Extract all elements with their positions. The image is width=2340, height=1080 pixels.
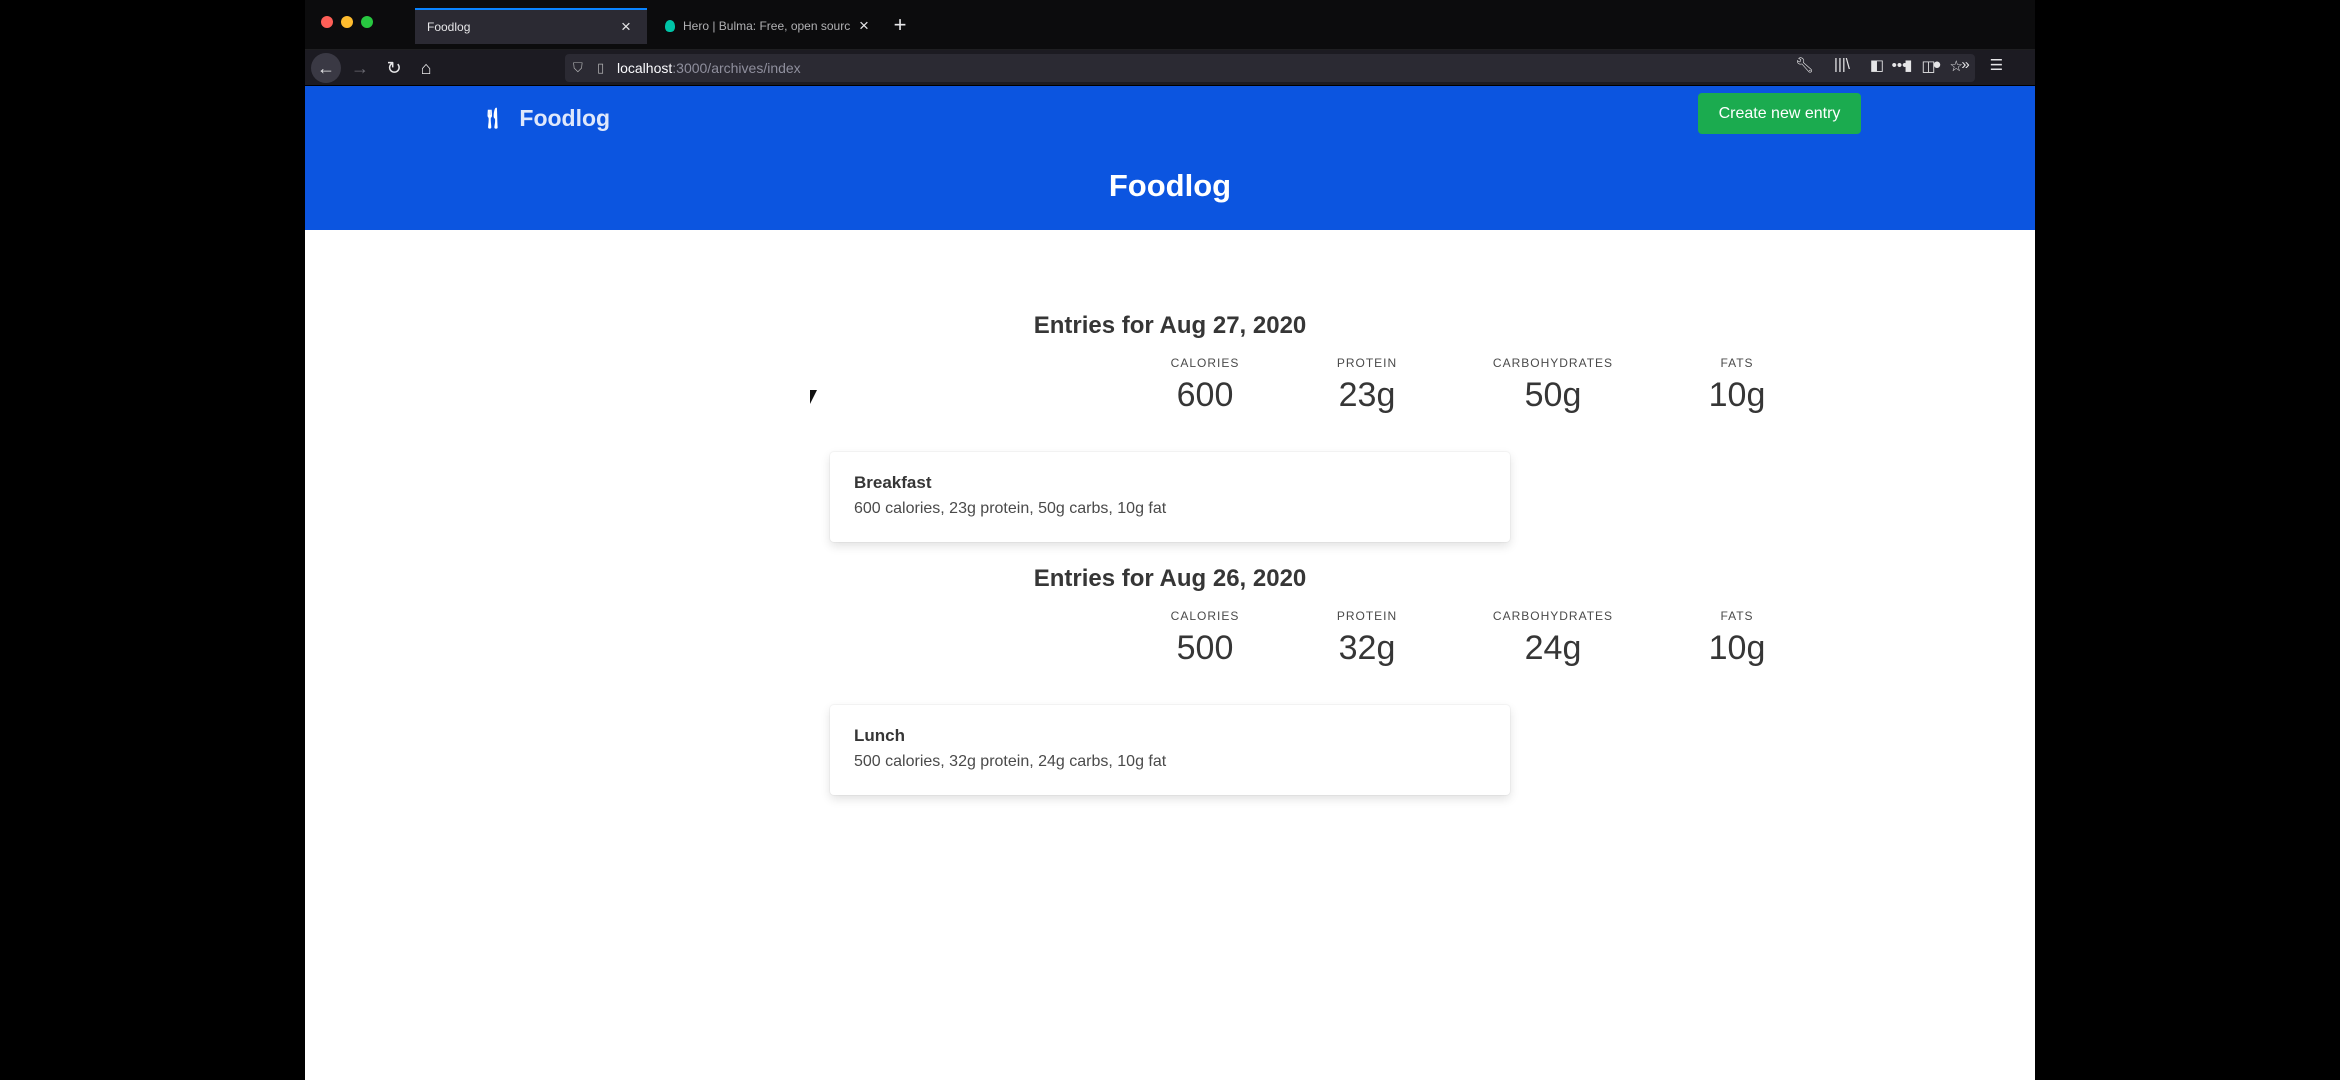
stat-value: 50g	[1524, 376, 1582, 414]
stat-value: 23g	[1338, 376, 1396, 414]
tab-label: Hero | Bulma: Free, open sourc	[683, 19, 851, 33]
stat-label: PROTEIN	[1336, 356, 1398, 370]
zoom-window-button[interactable]	[361, 16, 373, 28]
forward-arrow-icon[interactable]: →	[345, 53, 375, 83]
close-window-button[interactable]	[321, 16, 333, 28]
entry-description: 500 calories, 32g protein, 24g carbs, 10…	[854, 753, 1167, 770]
minimize-window-button[interactable]	[341, 16, 353, 28]
stat-value: 600	[1176, 376, 1234, 414]
day-title: Entries for Aug 27, 2020	[1033, 312, 1307, 339]
navigation-toolbar: ← → ↻ ⌂ ⛉ ▯ localhost:3000/archives/inde…	[305, 50, 2035, 86]
reload-icon[interactable]: ↻	[379, 53, 409, 83]
url-host: localhost	[617, 60, 673, 76]
account-icon[interactable]: ●	[1932, 56, 1941, 74]
tab-bulma-hero[interactable]: Hero | Bulma: Free, open sourc ×	[653, 8, 885, 44]
stat-carbohydrates: CARBOHYDRATES 24g	[1473, 609, 1633, 668]
wrench-icon[interactable]: 🔧︎	[1795, 56, 1814, 74]
stat-label: CALORIES	[1170, 356, 1240, 370]
home-icon[interactable]: ⌂	[411, 53, 441, 83]
page-content: 🍴︎ Foodlog Create new entry Foodlog Entr…	[305, 86, 2035, 1080]
entry-card[interactable]: Lunch 500 calories, 32g protein, 24g car…	[830, 705, 1510, 795]
stat-calories: CALORIES 600	[1125, 356, 1285, 415]
entry-card[interactable]: Breakfast 600 calories, 23g protein, 50g…	[830, 452, 1510, 542]
overflow-chevron-icon[interactable]: »	[1961, 56, 1969, 74]
stat-value: 24g	[1524, 629, 1582, 667]
url-text[interactable]: localhost:3000/archives/index	[617, 60, 801, 76]
close-tab-icon[interactable]: ×	[855, 16, 873, 36]
stat-fats: FATS 10g	[1657, 609, 1817, 668]
utensils-icon: 🍴︎	[480, 107, 506, 130]
entry-title: Breakfast	[854, 473, 932, 492]
back-arrow-icon[interactable]: ←	[311, 53, 341, 83]
stat-value: 10g	[1708, 376, 1766, 414]
page-info-icon[interactable]: ▯	[597, 60, 609, 76]
browser-window: Foodlog × Hero | Bulma: Free, open sourc…	[305, 0, 2035, 1080]
stat-label: CARBOHYDRATES	[1492, 356, 1614, 370]
bulma-favicon-icon	[665, 20, 675, 32]
close-tab-icon[interactable]: ×	[617, 17, 635, 37]
tab-label: Foodlog	[427, 20, 471, 34]
day-title: Entries for Aug 26, 2020	[1033, 565, 1307, 592]
entry-description: 600 calories, 23g protein, 50g carbs, 10…	[854, 500, 1167, 517]
hamburger-menu-icon[interactable]: ☰	[1990, 56, 2003, 74]
stat-protein: PROTEIN 32g	[1287, 609, 1447, 668]
stat-label: CARBOHYDRATES	[1492, 609, 1614, 623]
browser-toolbar-icons: 🔧︎ |||\ ◧ ▮ ● » ☰	[1795, 56, 2003, 74]
stat-protein: PROTEIN 23g	[1287, 356, 1447, 415]
stat-fats: FATS 10g	[1657, 356, 1817, 415]
stat-value: 10g	[1708, 629, 1766, 667]
stat-value: 32g	[1338, 629, 1396, 667]
hero-section: 🍴︎ Foodlog Create new entry Foodlog	[305, 86, 2035, 230]
address-bar[interactable]: ⛉ ▯ localhost:3000/archives/index ••• ◫ …	[565, 54, 1975, 82]
stat-calories: CALORIES 500	[1125, 609, 1285, 668]
brand-logo[interactable]: 🍴︎ Foodlog	[480, 102, 610, 134]
brand-text: Foodlog	[519, 104, 611, 131]
stat-label: FATS	[1720, 356, 1754, 370]
stat-carbohydrates: CARBOHYDRATES 50g	[1473, 356, 1633, 415]
daily-stats: CALORIES 500 PROTEIN 32g CARBOHYDRATES 2…	[1125, 609, 1785, 669]
stat-label: CALORIES	[1170, 609, 1240, 623]
url-path: :3000/archives/index	[672, 60, 801, 76]
stat-label: FATS	[1720, 609, 1754, 623]
entry-title: Lunch	[854, 726, 905, 745]
tab-foodlog[interactable]: Foodlog ×	[415, 8, 647, 44]
library-icon[interactable]: |||\	[1834, 56, 1850, 74]
daily-stats: CALORIES 600 PROTEIN 23g CARBOHYDRATES 5…	[1125, 356, 1785, 416]
tracking-shield-icon[interactable]: ⛉	[573, 60, 587, 76]
sidebar-icon[interactable]: ◧	[1870, 56, 1884, 74]
page-title: Foodlog	[1108, 168, 1232, 203]
tab-bar: Foodlog × Hero | Bulma: Free, open sourc…	[305, 0, 2035, 50]
create-new-entry-button[interactable]: Create new entry	[1698, 93, 1861, 134]
extension-icon[interactable]: ▮	[1904, 56, 1912, 74]
stat-label: PROTEIN	[1336, 609, 1398, 623]
mouse-cursor-icon	[810, 390, 817, 404]
stat-value: 500	[1176, 629, 1234, 667]
new-tab-icon[interactable]: +	[885, 10, 915, 40]
